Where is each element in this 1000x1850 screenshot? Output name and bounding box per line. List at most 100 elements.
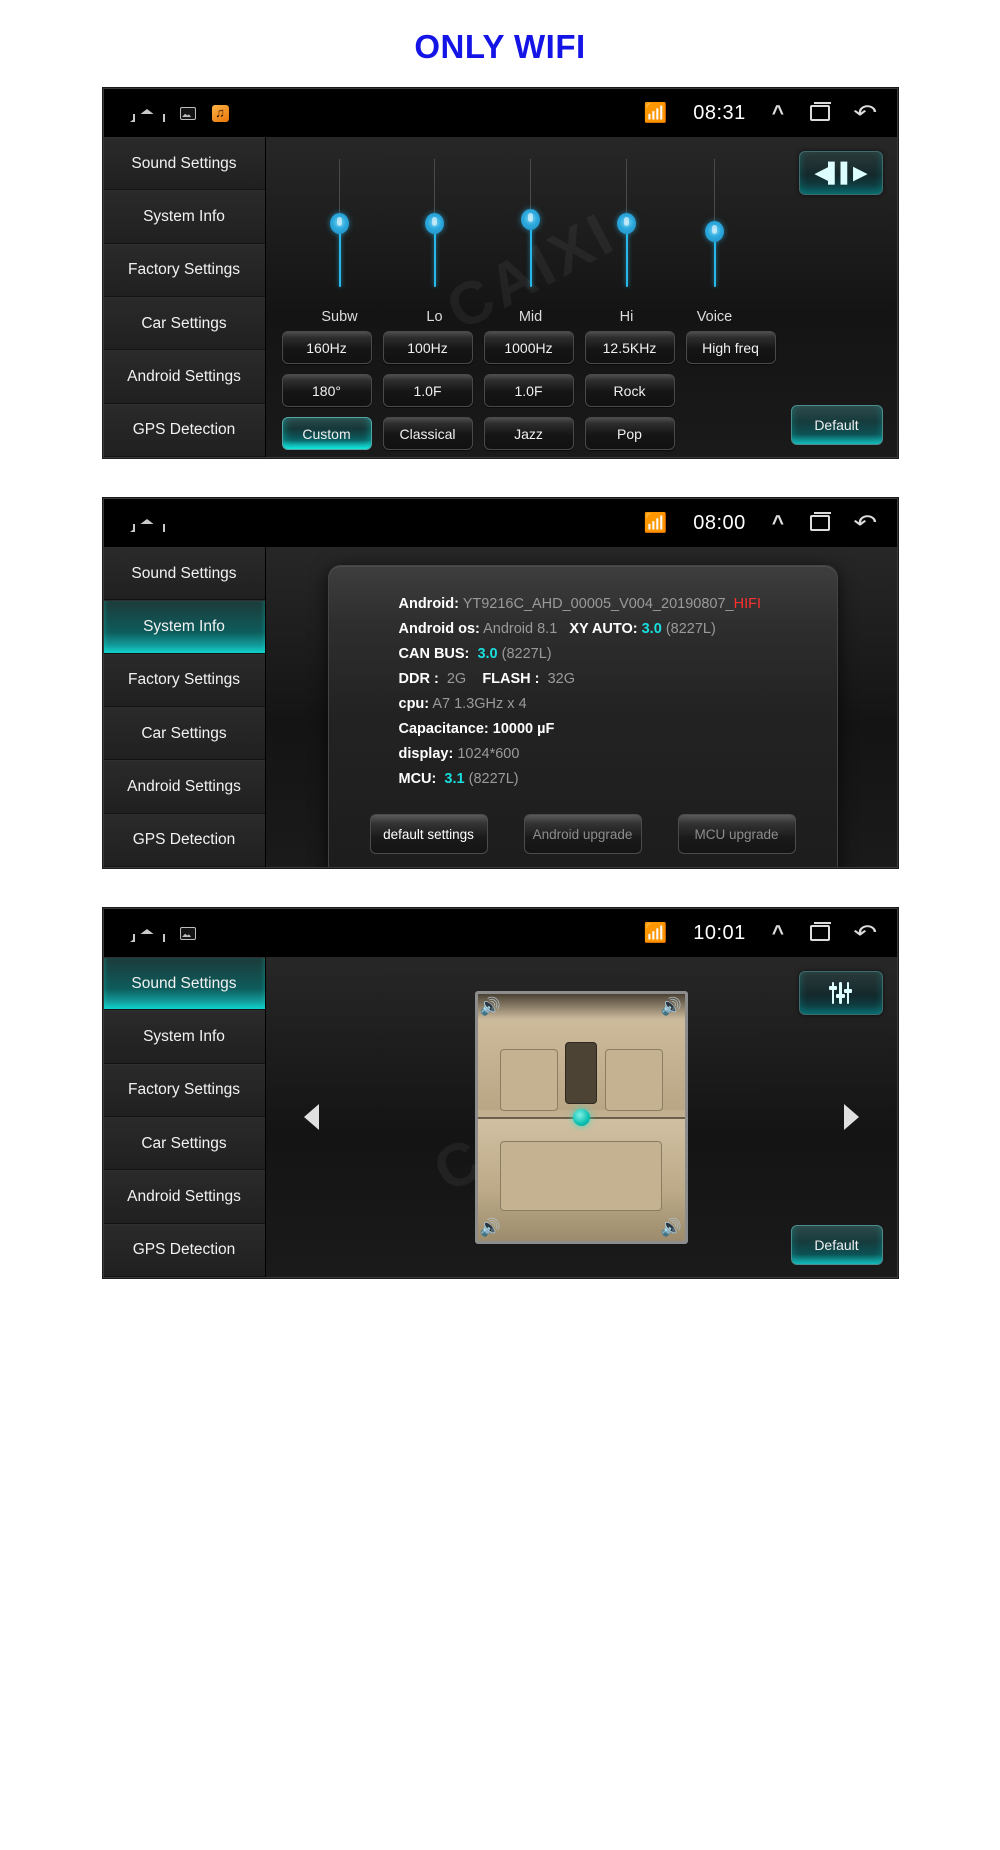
sidebar-item-car-settings[interactable]: Car Settings [103,706,265,761]
info-key: display: [398,746,454,762]
eq-slider-voice[interactable] [705,159,724,287]
info-row-ddr-flash: DDR : 2G FLASH : 32G [399,667,837,692]
eq-slider-hi[interactable] [617,159,636,287]
sidebar-item-factory-settings[interactable]: Factory Settings [103,653,265,707]
freq-button-160hz[interactable]: 160Hz [281,331,372,364]
info-value: A7 1.3GHz x 4 [432,696,527,712]
preset-button-classical[interactable]: Classical [382,417,473,450]
freq-button-12p5khz[interactable]: 12.5KHz [584,331,675,364]
screenshot-icon[interactable] [179,926,196,940]
speaker-front-right-icon: 🔊 [660,996,683,1016]
eq-label-subw: Subw [321,309,358,325]
home-icon[interactable] [129,925,165,942]
info-key: DDR : [398,671,439,687]
status-bar-1: ♫ 📶 08:31 ^ ↶ [103,89,897,137]
sidebar-item-factory-settings[interactable]: Factory Settings [103,243,265,297]
eq-label-lo: Lo [426,309,443,325]
eq-slider-mid[interactable] [521,159,540,287]
info-key: Android: [398,596,459,612]
parameter-button-row: 180° 1.0F 1.0F Rock [266,374,897,407]
freq-button-100hz[interactable]: 100Hz [382,331,473,364]
info-row-cpu: cpu: A7 1.3GHz x 4 [399,692,837,717]
sidebar-item-system-info[interactable]: System Info [103,1010,265,1064]
sidebar-item-gps-detection[interactable]: GPS Detection [103,813,265,867]
info-row-capacitance: Capacitance: 10000 µF [399,717,837,742]
sidebar-item-car-settings[interactable]: Car Settings [103,296,265,351]
screenshot-icon[interactable] [179,106,196,120]
eq-knob [705,221,724,242]
info-value: 3.1 [444,771,465,787]
seat-rear-bench [499,1140,662,1211]
sidebar-item-android-settings[interactable]: Android Settings [103,350,265,404]
eq-slider-subw[interactable] [330,159,349,287]
sidebar-item-sound-settings[interactable]: Sound Settings [103,547,265,601]
eq-knob [521,209,540,230]
info-key-2: XY AUTO: [569,621,638,637]
freq-button-1000hz[interactable]: 1000Hz [483,331,574,364]
speaker-rear-right-icon: 🔊 [660,1217,683,1237]
car-seats-image[interactable]: 🔊 🔊 🔊 🔊 [474,990,688,1244]
default-button-1[interactable]: Default [790,405,883,445]
info-value-3: (8227L) [468,771,519,787]
mcu-upgrade-button[interactable]: MCU upgrade [677,814,796,854]
speaker-rear-left-icon: 🔊 [479,1217,502,1237]
default-settings-button[interactable]: default settings [369,814,488,854]
balance-center-dot[interactable] [573,1109,590,1126]
preset-button-jazz[interactable]: Jazz [483,417,574,450]
device-screen-balance: 📶 10:01 ^ ↶ Sound Settings System Info F… [102,908,898,1278]
back-icon[interactable]: ↶ [853,922,877,944]
back-icon[interactable]: ↶ [853,102,877,124]
status-bar-3: 📶 10:01 ^ ↶ [103,909,897,957]
info-key-2: FLASH : [482,671,540,687]
eq-knob [330,213,349,234]
sidebar-item-system-info[interactable]: System Info [103,190,265,244]
info-value: 10000 µF [492,721,555,737]
sidebar-item-sound-settings[interactable]: Sound Settings [103,957,265,1011]
freq-button-high-freq[interactable]: High freq [685,331,776,364]
sidebar-item-gps-detection[interactable]: GPS Detection [103,403,265,457]
eq-slider-lo[interactable] [425,159,444,287]
param-button-q1[interactable]: 1.0F [382,374,473,407]
param-button-rock[interactable]: Rock [584,374,675,407]
android-upgrade-button[interactable]: Android upgrade [523,814,642,854]
param-button-phase[interactable]: 180° [281,374,372,407]
back-icon[interactable]: ↶ [853,512,877,534]
preset-button-pop[interactable]: Pop [584,417,675,450]
eq-label-voice: Voice [696,309,733,325]
recents-icon[interactable] [810,512,832,531]
recents-icon[interactable] [810,102,832,121]
info-value-2: 32G [547,671,575,687]
device-screen-equalizer: ♫ 📶 08:31 ^ ↶ Sound Settings System Info… [102,88,898,458]
status-clock-1: 08:31 [693,101,746,124]
center-console [565,1041,597,1104]
default-button-3[interactable]: Default [790,1225,883,1265]
info-row-android: Android: YT9216C_AHD_00005_V004_20190807… [399,592,837,617]
sidebar-item-car-settings[interactable]: Car Settings [103,1116,265,1171]
eq-label-mid: Mid [518,309,543,325]
sidebar-item-android-settings[interactable]: Android Settings [103,760,265,814]
preset-button-custom[interactable]: Custom [281,417,372,450]
status-bar-2: 📶 08:00 ^ ↶ [103,499,897,547]
music-note-icon[interactable]: ♫ [211,104,229,122]
frequency-button-row: 160Hz 100Hz 1000Hz 12.5KHz High freq [266,331,897,364]
chevron-up-icon[interactable]: ^ [772,513,784,534]
system-info-card: Android: YT9216C_AHD_00005_V004_20190807… [327,565,838,867]
recents-icon[interactable] [810,922,832,941]
home-icon[interactable] [129,105,165,122]
info-value-3: (8227L) [501,646,552,662]
home-icon[interactable] [129,515,165,532]
system-info-content: CAIXI Android: YT9216C_AHD_00005_V004_20… [265,547,897,867]
sidebar-item-factory-settings[interactable]: Factory Settings [103,1063,265,1117]
equalizer-content: CAIXI ◀▌▌▶ Subw Lo Mid Hi Voice 160Hz 10… [265,137,897,457]
system-info-lines: Android: YT9216C_AHD_00005_V004_20190807… [329,566,837,792]
info-key: cpu: [398,696,430,712]
param-button-q2[interactable]: 1.0F [483,374,574,407]
eq-knob [617,213,636,234]
speaker-front-left-icon: 🔊 [479,996,502,1016]
sidebar-item-android-settings[interactable]: Android Settings [103,1170,265,1224]
chevron-up-icon[interactable]: ^ [772,103,784,124]
sidebar-item-gps-detection[interactable]: GPS Detection [103,1223,265,1277]
chevron-up-icon[interactable]: ^ [772,923,784,944]
sidebar-item-system-info[interactable]: System Info [103,600,265,654]
sidebar-item-sound-settings[interactable]: Sound Settings [103,137,265,191]
